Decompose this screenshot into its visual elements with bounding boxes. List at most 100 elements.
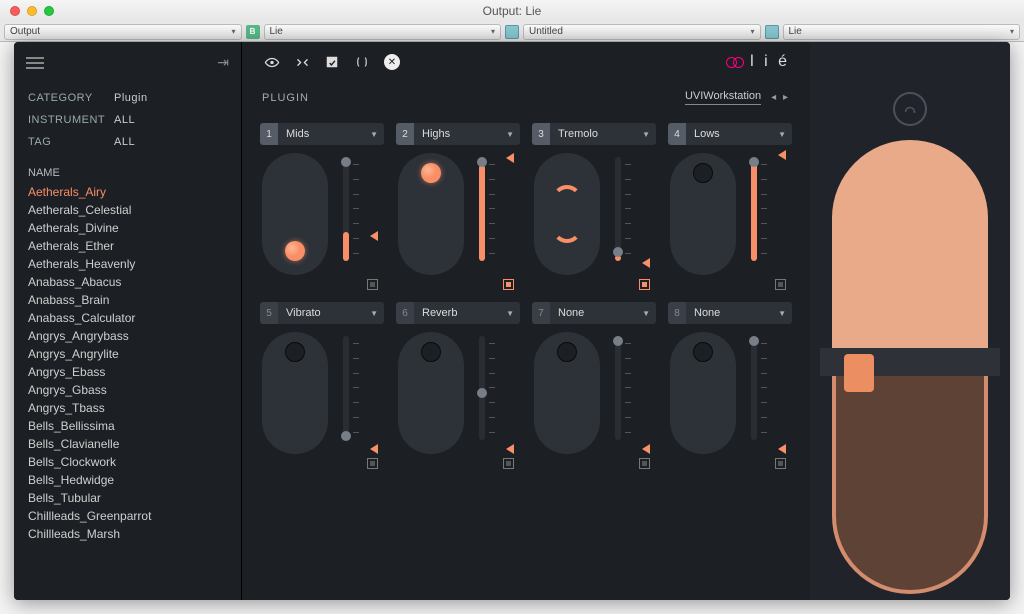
preset-item[interactable]: Bells_Tubular xyxy=(28,489,227,507)
preset-item[interactable]: Chillleads_Greenparrot xyxy=(28,507,227,525)
tab-plugin[interactable]: PLUGIN xyxy=(262,92,309,104)
host-folder-icon[interactable] xyxy=(765,25,779,39)
host-chip-b[interactable]: B xyxy=(246,25,260,39)
xy-pad[interactable] xyxy=(670,332,736,454)
preset-item[interactable]: Aetherals_Airy xyxy=(28,183,227,201)
slot-header[interactable]: 4 Lows ▼ xyxy=(668,123,792,145)
preset-item[interactable]: Bells_Clavianelle xyxy=(28,435,227,453)
slider-marker-icon[interactable] xyxy=(642,444,650,454)
preset-item[interactable]: Aetherals_Celestial xyxy=(28,201,227,219)
slot-header[interactable]: 5 Vibrato ▼ xyxy=(260,302,384,324)
slot-header[interactable]: 7 None ▼ xyxy=(532,302,656,324)
filter-instrument-value: ALL xyxy=(114,114,135,126)
preset-item[interactable]: Bells_Clockwork xyxy=(28,453,227,471)
xy-pad[interactable] xyxy=(398,332,464,454)
visual-panel xyxy=(810,42,1010,600)
slot-toggle[interactable] xyxy=(503,458,514,469)
menu-button[interactable] xyxy=(26,57,44,69)
xy-pad[interactable] xyxy=(398,153,464,275)
preset-item[interactable]: Angrys_Ebass xyxy=(28,363,227,381)
preset-item[interactable]: Chillleads_Marsh xyxy=(28,525,227,543)
xy-ball[interactable] xyxy=(421,342,441,362)
slot-toggle[interactable] xyxy=(775,279,786,290)
close-icon[interactable]: ✕ xyxy=(384,54,400,70)
preset-item[interactable]: Angrys_Tbass xyxy=(28,399,227,417)
slider-marker-icon[interactable] xyxy=(642,258,650,268)
chevron-down-icon: ▼ xyxy=(778,309,786,318)
preset-item[interactable]: Aetherals_Ether xyxy=(28,237,227,255)
preset-item[interactable]: Bells_Hedwidge xyxy=(28,471,227,489)
view-icon[interactable] xyxy=(264,54,280,70)
slot-name: Tremolo xyxy=(550,128,642,140)
xy-pad[interactable] xyxy=(534,153,600,275)
host-file-icon[interactable] xyxy=(505,25,519,39)
preset-item[interactable]: Anabass_Calculator xyxy=(28,309,227,327)
xy-pad[interactable] xyxy=(262,153,328,275)
host-toolbar: Output ▾ B Lie ▾ Untitled ▾ Lie ▾ xyxy=(0,22,1024,42)
slider-marker-icon[interactable] xyxy=(370,231,378,241)
xy-ball[interactable] xyxy=(421,163,441,183)
slider-marker-icon[interactable] xyxy=(370,444,378,454)
filter-instrument[interactable]: INSTRUMENT ALL xyxy=(28,109,227,131)
preset-list[interactable]: Aetherals_AiryAetherals_CelestialAethera… xyxy=(14,183,241,594)
slider[interactable] xyxy=(334,332,372,454)
xy-pad[interactable] xyxy=(262,332,328,454)
slot-number: 6 xyxy=(396,302,414,324)
slider-marker-icon[interactable] xyxy=(778,444,786,454)
slot-toggle[interactable] xyxy=(367,279,378,290)
chevron-down-icon: ▼ xyxy=(506,309,514,318)
slider[interactable] xyxy=(742,332,780,454)
slider-marker-icon[interactable] xyxy=(506,153,514,163)
slider-marker-icon[interactable] xyxy=(778,150,786,160)
preset-item[interactable]: Angrys_Angrylite xyxy=(28,345,227,363)
slot-toggle[interactable] xyxy=(367,458,378,469)
engine-select[interactable]: UVIWorkstation xyxy=(685,90,761,105)
filter-tag[interactable]: TAG ALL xyxy=(28,131,227,153)
slot-header[interactable]: 2 Highs ▼ xyxy=(396,123,520,145)
collapse-sidebar-button[interactable]: ⇥ xyxy=(217,54,229,71)
slider[interactable] xyxy=(742,153,780,275)
xy-ball[interactable] xyxy=(693,342,713,362)
filter-category[interactable]: CATEGORY Plugin xyxy=(28,87,227,109)
preset-item[interactable]: Anabass_Brain xyxy=(28,291,227,309)
link-icon[interactable] xyxy=(354,54,370,70)
xy-pad[interactable] xyxy=(534,332,600,454)
shuffle-icon[interactable] xyxy=(294,54,310,70)
xy-oval[interactable] xyxy=(552,185,582,243)
preset-item[interactable]: Anabass_Abacus xyxy=(28,273,227,291)
host-select-2[interactable]: Untitled ▾ xyxy=(523,24,761,40)
slider[interactable] xyxy=(470,153,508,275)
filter-tag-label: TAG xyxy=(28,136,114,148)
slider[interactable] xyxy=(334,153,372,275)
slot-header[interactable]: 8 None ▼ xyxy=(668,302,792,324)
slider[interactable] xyxy=(606,153,644,275)
engine-prev-button[interactable]: ◂ xyxy=(771,92,778,103)
host-select-0[interactable]: Output ▾ xyxy=(4,24,242,40)
slot-header[interactable]: 3 Tremolo ▼ xyxy=(532,123,656,145)
slot-header[interactable]: 6 Reverb ▼ xyxy=(396,302,520,324)
edit-icon[interactable] xyxy=(324,54,340,70)
preset-item[interactable]: Bells_Bellissima xyxy=(28,417,227,435)
preset-item[interactable]: Angrys_Angrybass xyxy=(28,327,227,345)
xy-pad[interactable] xyxy=(670,153,736,275)
xy-ball[interactable] xyxy=(693,163,713,183)
host-select-1[interactable]: Lie ▾ xyxy=(264,24,502,40)
preset-item[interactable]: Angrys_Gbass xyxy=(28,381,227,399)
engine-next-button[interactable]: ▸ xyxy=(783,92,790,103)
preset-item[interactable]: Aetherals_Heavenly xyxy=(28,255,227,273)
slot-toggle[interactable] xyxy=(639,458,650,469)
xy-ball[interactable] xyxy=(285,342,305,362)
preset-item[interactable]: Aetherals_Divine xyxy=(28,219,227,237)
slider[interactable] xyxy=(606,332,644,454)
slot-toggle[interactable] xyxy=(639,279,650,290)
host-select-3[interactable]: Lie ▾ xyxy=(783,24,1021,40)
capsule-visual xyxy=(832,140,988,560)
slider[interactable] xyxy=(470,332,508,454)
slot-toggle[interactable] xyxy=(775,458,786,469)
slot-number: 1 xyxy=(260,123,278,145)
slider-marker-icon[interactable] xyxy=(506,444,514,454)
slot-toggle[interactable] xyxy=(503,279,514,290)
xy-ball[interactable] xyxy=(285,241,305,261)
slot-header[interactable]: 1 Mids ▼ xyxy=(260,123,384,145)
xy-ball[interactable] xyxy=(557,342,577,362)
